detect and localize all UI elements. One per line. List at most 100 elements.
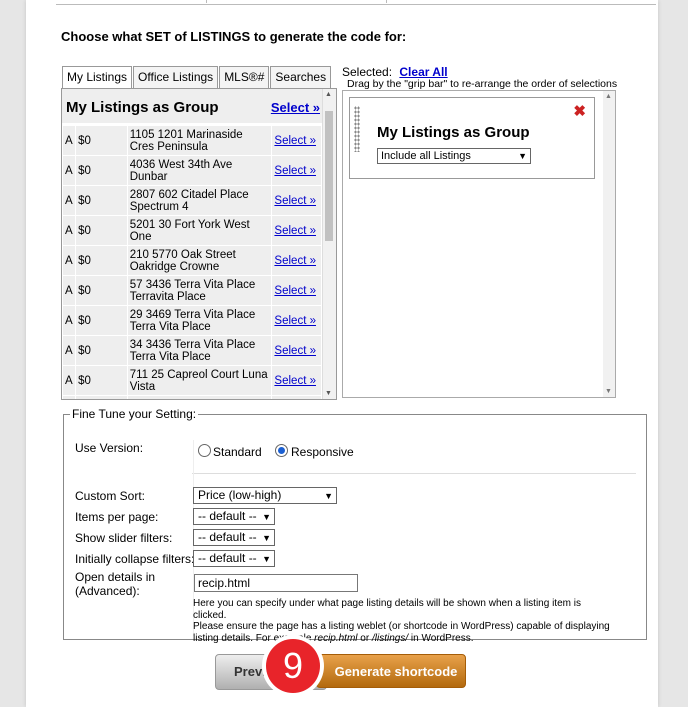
listing-address: 5201 30 Fort York West One [127, 216, 272, 245]
group-select-link[interactable]: Select » [271, 100, 320, 115]
listing-address: 911 25 Capreol Court Luna [127, 396, 272, 399]
fine-tune-legend: Fine Tune your Setting: [70, 407, 199, 421]
help-line-3-post: in WordPress. [408, 632, 474, 644]
radio-responsive-label[interactable]: Responsive [291, 445, 354, 459]
include-listings-value: Include all Listings [381, 150, 471, 162]
scroll-down-arrow-icon[interactable]: ▼ [605, 388, 612, 395]
help-example-recip: recip.html [314, 632, 358, 644]
listing-select-link[interactable]: Select » [272, 156, 321, 185]
radio-standard[interactable] [198, 444, 211, 457]
listing-select-link[interactable]: Select » [272, 306, 321, 335]
tab-office-listings[interactable]: Office Listings [133, 66, 219, 88]
chevron-down-icon: ▼ [262, 512, 271, 522]
radio-standard-label[interactable]: Standard [213, 445, 262, 459]
open-details-label: Open details in (Advanced): [75, 570, 155, 598]
table-row: A $0 34 3436 Terra Vita Place Terra Vita P… [63, 336, 321, 365]
listing-status: A [63, 186, 76, 215]
listing-price: $0 [76, 186, 127, 215]
selected-item: My Listings as Group ✖ Include all Listi… [349, 97, 595, 179]
open-details-input[interactable]: recip.html [194, 574, 358, 592]
tab-searches[interactable]: Searches [270, 66, 332, 88]
listing-address: 711 25 Capreol Court Luna Vista [127, 366, 272, 395]
selected-scrollbar[interactable]: ▲ ▼ [603, 91, 615, 397]
listings-table: A $0 1105 1201 Marinaside Cres Peninsula Se… [62, 125, 322, 399]
listing-select-link[interactable]: Select » [272, 126, 321, 155]
listing-select-link[interactable]: Select » [272, 246, 321, 275]
selected-item-title: My Listings as Group [377, 124, 530, 141]
help-line-2: Please ensure the page has a listing web… [193, 621, 610, 632]
scroll-up-arrow-icon[interactable]: ▲ [325, 91, 332, 98]
listing-status: A [63, 306, 76, 335]
show-slider-value: -- default -- [198, 530, 257, 544]
table-row: A$0911 25 Capreol Court LunaSelect » [63, 396, 321, 399]
listing-price: $0 [76, 396, 127, 399]
listing-price: $0 [76, 156, 127, 185]
page-heading: Choose what SET of LISTINGS to generate … [61, 29, 407, 44]
items-per-page-select[interactable]: -- default -- ▼ [193, 508, 275, 525]
group-title: My Listings as Group [66, 99, 219, 116]
table-row: A $0 210 5770 Oak Street Oakridge Crowne Se… [63, 246, 321, 275]
table-row: A $0 4036 West 34th Ave Dunbar Select » [63, 156, 321, 185]
table-row: A $0 29 3469 Terra Vita Place Terra Vita P… [63, 306, 321, 335]
listing-price: $0 [76, 126, 127, 155]
tab-mls-number[interactable]: MLS®# [219, 66, 270, 88]
listing-price: $0 [76, 366, 127, 395]
show-slider-select[interactable]: -- default -- ▼ [193, 529, 275, 546]
drag-hint: Drag by the "grip bar" to re-arrange the… [347, 78, 618, 90]
listing-address: 57 3436 Terra Vita Place Terravita Place [127, 276, 272, 305]
table-row: A $0 1105 1201 Marinaside Cres Peninsula Se… [63, 126, 321, 155]
help-line-3: listing details. For example recip.html … [193, 633, 613, 645]
listing-status: A [63, 276, 76, 305]
selected-panel: My Listings as Group ✖ Include all Listi… [342, 90, 616, 398]
listing-select-link[interactable]: Select » [272, 336, 321, 365]
listing-select-link[interactable]: Select » [272, 276, 321, 305]
listing-status: A [63, 366, 76, 395]
grip-bar[interactable] [354, 106, 360, 152]
table-row: A $0 2807 602 Citadel Place Spectrum 4 Sele… [63, 186, 321, 215]
chevron-down-icon: ▼ [262, 533, 271, 543]
listing-address: 34 3436 Terra Vita Place Terra Vita Plac… [127, 336, 272, 365]
use-version-label: Use Version: [75, 441, 144, 455]
listing-price: $0 [76, 246, 127, 275]
table-row: A $0 711 25 Capreol Court Luna Vista Select… [63, 366, 321, 395]
selected-label: Selected: [342, 65, 393, 79]
help-example-listings: /listings/ [371, 632, 409, 644]
table-row: A $0 5201 30 Fort York West One Select » [63, 216, 321, 245]
chevron-down-icon: ▼ [262, 554, 271, 564]
clear-all-link[interactable]: Clear All [399, 65, 447, 79]
listings-panel: My Listings as Group Select » A $0 1105 12… [61, 88, 337, 400]
collapse-filters-label: Initially collapse filters: [75, 552, 195, 566]
listing-select-link[interactable]: Select » [272, 216, 321, 245]
listing-source-tabs: My Listings Office Listings MLS®# Search… [62, 66, 332, 89]
radio-responsive[interactable] [275, 444, 288, 457]
tab-my-listings[interactable]: My Listings [62, 66, 133, 89]
listings-scrollbar[interactable]: ▲ ▼ [322, 89, 336, 399]
listing-select-link[interactable]: Select » [272, 396, 321, 399]
top-tab-divider [206, 0, 207, 3]
table-row: A $0 57 3436 Terra Vita Place Terravita Pl… [63, 276, 321, 305]
include-listings-dropdown[interactable]: Include all Listings ▼ [377, 148, 531, 164]
step-number-badge: 9 [266, 639, 320, 693]
listing-status: A [63, 126, 76, 155]
open-details-label-line2: (Advanced): [75, 584, 140, 598]
generate-shortcode-button[interactable]: Generate shortcode [316, 654, 466, 688]
custom-sort-select[interactable]: Price (low-high) ▼ [193, 487, 337, 504]
listing-address: 4036 West 34th Ave Dunbar [127, 156, 272, 185]
listing-select-link[interactable]: Select » [272, 186, 321, 215]
scrollbar-thumb[interactable] [325, 111, 333, 241]
listing-status: A [63, 246, 76, 275]
chevron-down-icon: ▼ [518, 151, 527, 161]
collapse-filters-select[interactable]: -- default -- ▼ [193, 550, 275, 567]
chevron-down-icon: ▼ [324, 491, 333, 501]
help-line-3-mid: or [357, 632, 372, 644]
scroll-down-arrow-icon[interactable]: ▼ [325, 390, 332, 397]
listing-select-link[interactable]: Select » [272, 366, 321, 395]
close-x-icon[interactable]: ✖ [573, 102, 586, 120]
listing-status: A [63, 216, 76, 245]
listing-price: $0 [76, 276, 127, 305]
scroll-up-arrow-icon[interactable]: ▲ [605, 93, 612, 100]
custom-sort-label: Custom Sort: [75, 489, 146, 503]
listing-address: 1105 1201 Marinaside Cres Peninsula [127, 126, 272, 155]
custom-sort-value: Price (low-high) [198, 488, 282, 502]
listing-status: A [63, 156, 76, 185]
